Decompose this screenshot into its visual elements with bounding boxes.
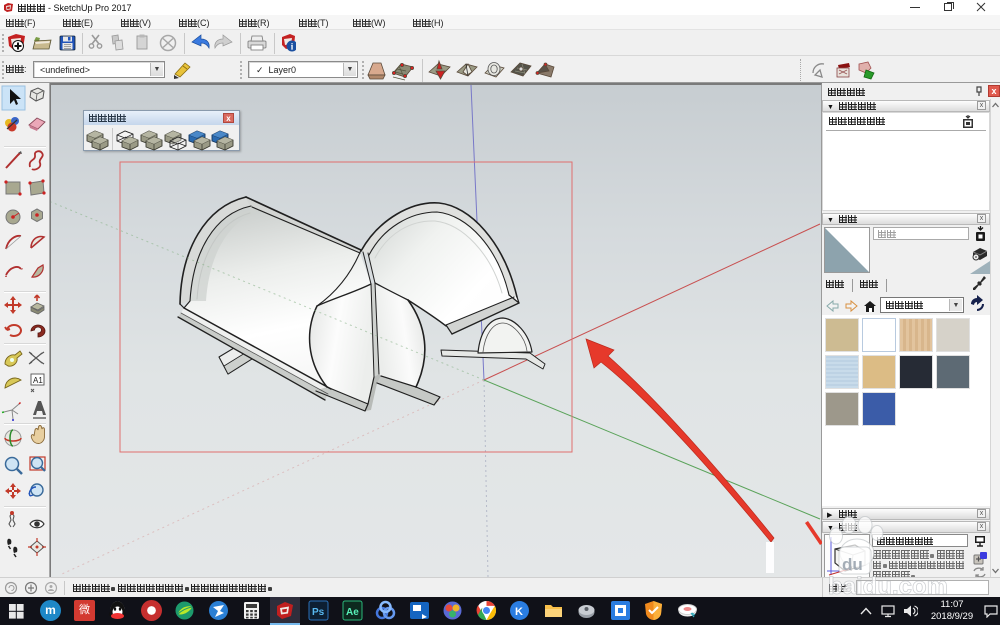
svg-text:K: K — [515, 606, 523, 618]
svg-text:A1: A1 — [33, 376, 43, 385]
svg-text:Ae: Ae — [346, 607, 359, 618]
svg-text:Ps: Ps — [312, 607, 325, 618]
